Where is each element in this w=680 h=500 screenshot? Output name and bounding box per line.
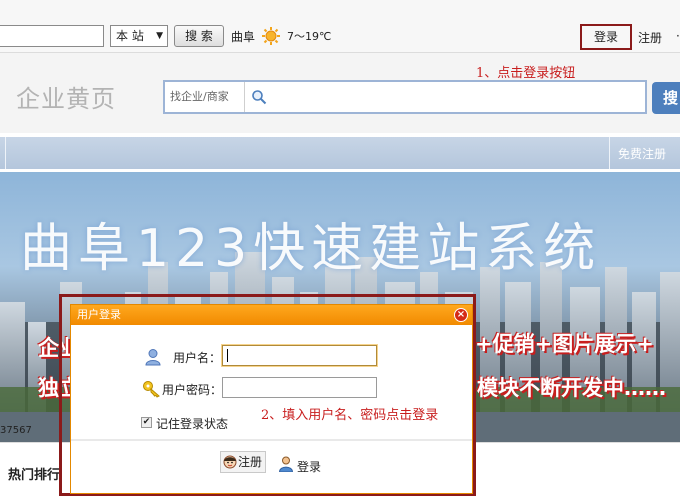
key-icon	[143, 381, 160, 398]
nav-divider	[609, 137, 610, 169]
login-link[interactable]: 登录	[580, 24, 632, 50]
site-scope-value: 本 站	[116, 29, 144, 43]
site-search-button[interactable]: 搜 索	[174, 25, 224, 47]
step2-annotation: 2、填入用户名、密码点击登录	[261, 408, 439, 423]
top-bar: 本 站 ▼ 搜 索 曲阜 7～19℃ 登录 注册 ·	[0, 0, 680, 53]
nav-divider	[5, 137, 6, 169]
step1-annotation: 1、点击登录按钮	[476, 66, 576, 81]
site-logo[interactable]: 企业黄页	[16, 79, 116, 114]
close-icon[interactable]: ×	[454, 308, 468, 322]
login-dialog: 用户登录 × 用户名： 用户密码： ✔ 记住登录状态 2、填入用户名、密码点击登…	[70, 304, 473, 494]
username-label: 用户名：	[173, 351, 222, 365]
banner-tagline-1: +促销+图片展示+	[475, 332, 654, 356]
person-icon[interactable]	[278, 456, 294, 472]
temperature-label: 7～19℃	[287, 30, 332, 43]
login-button[interactable]: 登录	[297, 458, 321, 475]
banner-code: 37567	[0, 425, 32, 436]
face-icon	[223, 455, 237, 469]
banner-title: 曲阜123快速建站系统	[20, 219, 602, 279]
header: 企业黄页 1、点击登录按钮 找企业/商家 搜	[0, 53, 680, 133]
username-input[interactable]	[222, 345, 377, 366]
hot-ranking-title: 热门排行	[8, 468, 61, 483]
password-label: 用户密码：	[162, 383, 223, 397]
text-caret	[227, 349, 228, 362]
chevron-down-icon: ▼	[156, 31, 163, 41]
site-scope-select[interactable]: 本 站 ▼	[110, 25, 168, 47]
dialog-title-bar[interactable]: 用户登录 ×	[71, 305, 472, 325]
register-link[interactable]: 注册	[638, 29, 662, 46]
banner-tagline-2: 模块不断开发中……	[477, 376, 666, 400]
password-input[interactable]	[222, 377, 377, 398]
main-search-button[interactable]: 搜	[652, 82, 680, 114]
register-button[interactable]: 注册	[220, 451, 266, 473]
main-nav: 免费注册	[0, 137, 680, 169]
main-search-box[interactable]: 找企业/商家	[163, 80, 647, 114]
search-scope-tab[interactable]: 找企业/商家	[165, 82, 245, 112]
remember-label[interactable]: 记住登录状态	[156, 415, 228, 432]
remember-checkbox[interactable]: ✔	[141, 417, 152, 428]
register-button-label: 注册	[238, 455, 263, 469]
free-register-link[interactable]: 免费注册	[618, 145, 666, 162]
user-icon	[145, 349, 161, 366]
search-icon	[252, 90, 267, 105]
site-search-input[interactable]	[0, 25, 104, 47]
city-label: 曲阜	[231, 30, 256, 44]
more-link[interactable]: ·	[676, 29, 680, 43]
dialog-title: 用户登录	[77, 308, 121, 321]
sunny-weather-icon	[262, 27, 280, 45]
